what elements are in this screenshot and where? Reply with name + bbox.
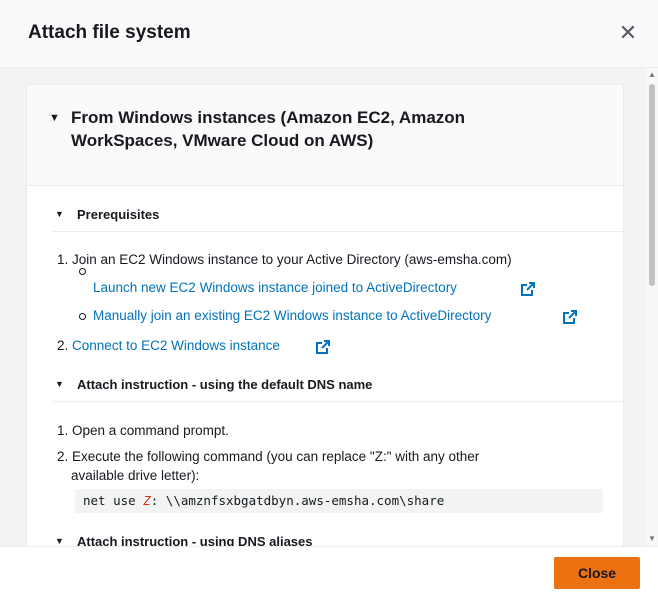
prereq-step-1: 1. Join an EC2 Windows instance to your … <box>57 252 512 267</box>
windows-instances-panel: ▼ From Windows instances (Amazon EC2, Am… <box>26 84 625 546</box>
manual-join-link[interactable]: Manually join an existing EC2 Windows in… <box>93 308 491 323</box>
dns-step-2-line1: 2. Execute the following command (you ca… <box>57 449 480 464</box>
prereq-step-2-number: 2. <box>57 338 69 353</box>
modal-title: Attach file system <box>28 22 191 43</box>
prereq-step-2: 2. Connect to EC2 Windows instance <box>57 338 280 353</box>
external-link-icon[interactable] <box>521 282 535 296</box>
scrollbar-thumb[interactable] <box>649 84 655 286</box>
default-dns-header[interactable]: ▼ Attach instruction - using the default… <box>53 376 625 402</box>
prerequisites-header[interactable]: ▼ Prerequisites <box>53 206 625 232</box>
launch-instance-link[interactable]: Launch new EC2 Windows instance joined t… <box>93 280 457 295</box>
caret-down-icon[interactable]: ▼ <box>55 379 64 389</box>
scroll-up-icon[interactable]: ▲ <box>648 70 656 79</box>
modal-header: Attach file system ✕ <box>0 0 658 68</box>
bullet-icon <box>79 313 86 320</box>
caret-down-icon[interactable]: ▼ <box>55 209 64 219</box>
default-dns-title: Attach instruction - using the default D… <box>77 377 373 392</box>
scroll-down-icon[interactable]: ▼ <box>648 534 656 543</box>
caret-down-icon[interactable]: ▼ <box>55 536 64 546</box>
close-icon[interactable]: ✕ <box>617 22 639 44</box>
external-link-icon[interactable] <box>563 310 577 324</box>
modal-body: ▼ From Windows instances (Amazon EC2, Am… <box>0 68 658 546</box>
dns-aliases-header[interactable]: ▼ Attach instruction - using DNS aliases <box>53 533 625 546</box>
panel-header[interactable]: ▼ From Windows instances (Amazon EC2, Am… <box>27 85 623 186</box>
panel-title-line2: WorkSpaces, VMware Cloud on AWS) <box>71 131 374 150</box>
close-button[interactable]: Close <box>554 557 640 589</box>
dns-aliases-title: Attach instruction - using DNS aliases <box>77 534 313 546</box>
code-prefix: net use <box>83 493 144 508</box>
bullet-icon <box>79 268 86 275</box>
vertical-scrollbar[interactable]: ▲ ▼ <box>646 68 658 546</box>
panel-title: From Windows instances (Amazon EC2, Amaz… <box>71 106 571 152</box>
modal-footer: Close <box>0 546 658 596</box>
dns-step-2-line2: available drive letter): <box>71 468 200 483</box>
caret-down-icon[interactable]: ▼ <box>49 112 60 124</box>
net-use-command[interactable]: net use Z: \\amznfsxbgatdbyn.aws-emsha.c… <box>75 489 603 513</box>
panel-title-line1: From Windows instances (Amazon EC2, Amaz… <box>71 108 466 127</box>
code-suffix: : \\amznfsxbgatdbyn.aws-emsha.com\share <box>150 493 445 508</box>
dns-step-1: 1. Open a command prompt. <box>57 423 229 438</box>
connect-instance-link[interactable]: Connect to EC2 Windows instance <box>72 338 280 353</box>
external-link-icon[interactable] <box>316 340 330 354</box>
prerequisites-title: Prerequisites <box>77 207 160 222</box>
code-drive-variable: Z <box>143 493 151 508</box>
